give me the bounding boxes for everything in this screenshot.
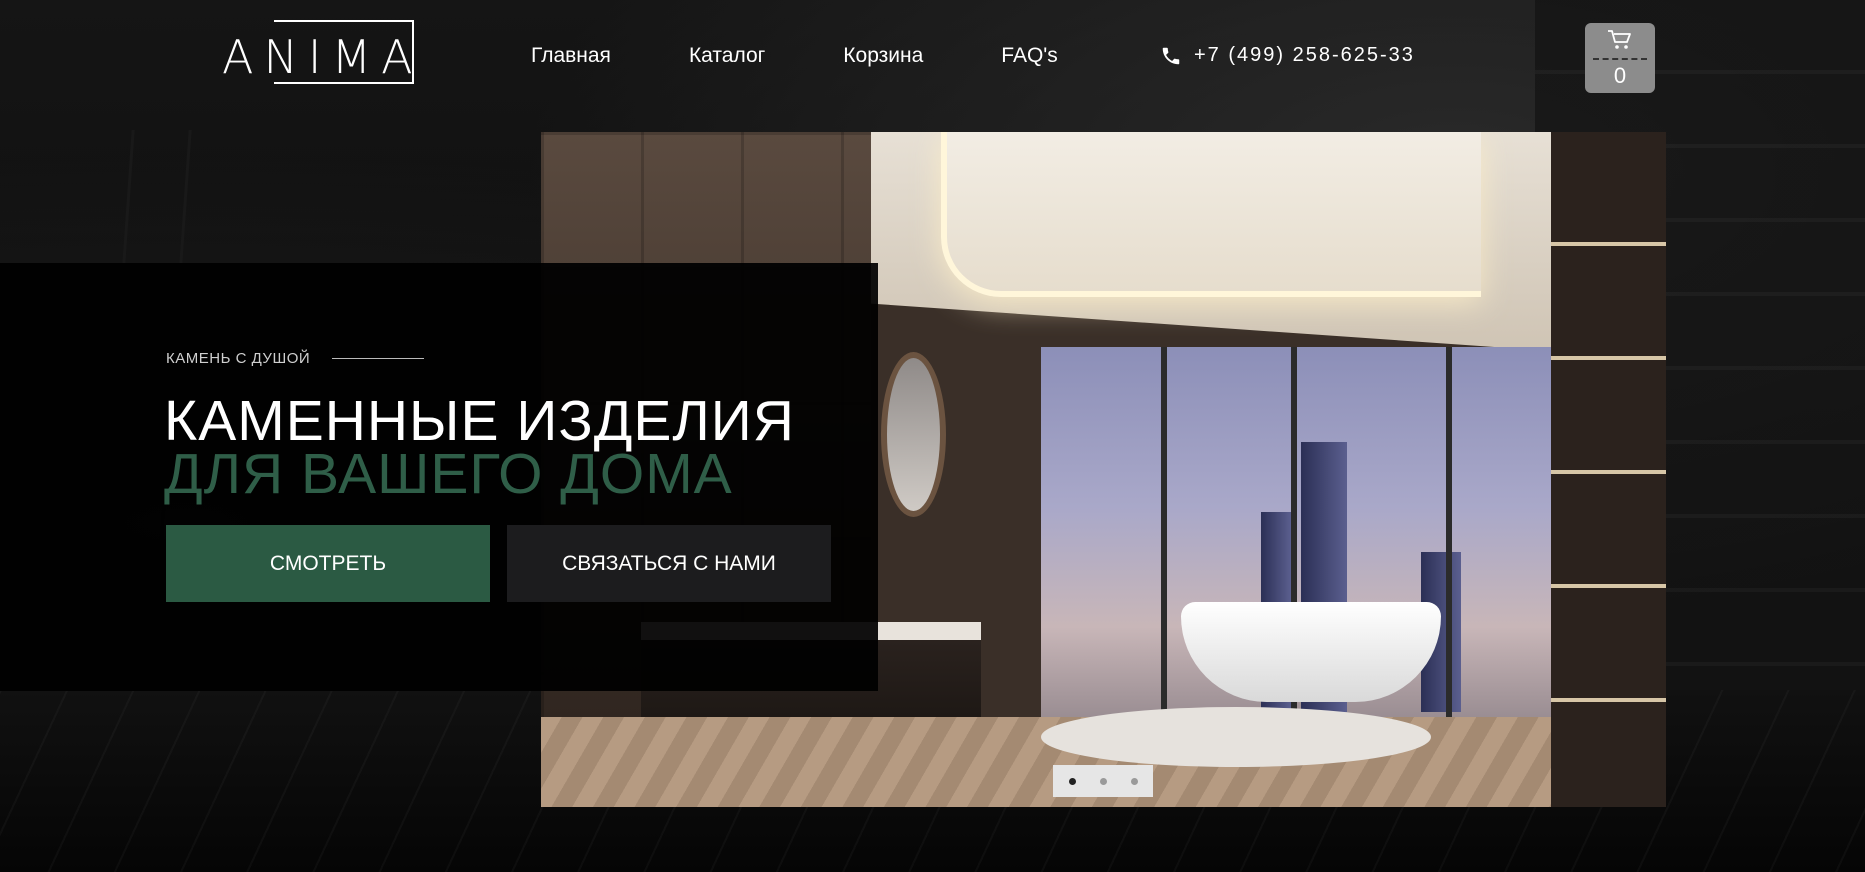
wall-shelves xyxy=(1551,132,1666,807)
hero-kicker: КАМЕНЬ С ДУШОЙ xyxy=(166,350,425,367)
phone-link[interactable]: +7 (499) 258-625-33 xyxy=(1160,44,1415,67)
anima-logo[interactable]: ANIMA xyxy=(222,20,414,86)
round-mirror xyxy=(881,352,946,517)
window-mullion xyxy=(1446,347,1452,747)
hero-kicker-text: КАМЕНЬ С ДУШОЙ xyxy=(166,350,311,367)
main-nav: Главная Каталог Корзина FAQ's xyxy=(531,44,1136,68)
cart-divider xyxy=(1593,58,1647,60)
logo-text: ANIMA xyxy=(222,30,423,84)
nav-faq[interactable]: FAQ's xyxy=(1001,44,1058,68)
ceiling-light xyxy=(941,132,1481,297)
nav-home[interactable]: Главная xyxy=(531,44,611,68)
window-mullion xyxy=(1161,347,1167,747)
contact-us-button[interactable]: СВЯЗАТЬСЯ С НАМИ xyxy=(507,525,831,602)
nav-cart[interactable]: Корзина xyxy=(843,44,923,68)
view-button[interactable]: СМОТРЕТЬ xyxy=(166,525,490,602)
round-rug xyxy=(1041,707,1431,767)
site-header: ANIMA Главная Каталог Корзина FAQ's +7 (… xyxy=(0,0,1865,115)
bathtub xyxy=(1181,602,1441,702)
slider-dot-3[interactable] xyxy=(1130,777,1138,785)
hero-title-line2: ДЛЯ ВАШЕГО ДОМА xyxy=(164,442,733,506)
slider-dot-1[interactable] xyxy=(1068,777,1076,785)
phone-number: +7 (499) 258-625-33 xyxy=(1194,44,1415,66)
cart-icon xyxy=(1608,30,1631,49)
slider-dot-2[interactable] xyxy=(1099,777,1107,785)
slider-pagination xyxy=(1053,765,1153,797)
phone-icon xyxy=(1162,47,1180,64)
cart-button[interactable]: 0 xyxy=(1585,23,1655,93)
nav-catalog[interactable]: Каталог xyxy=(689,44,765,68)
cart-count: 0 xyxy=(1613,63,1627,88)
kicker-divider xyxy=(332,358,425,359)
